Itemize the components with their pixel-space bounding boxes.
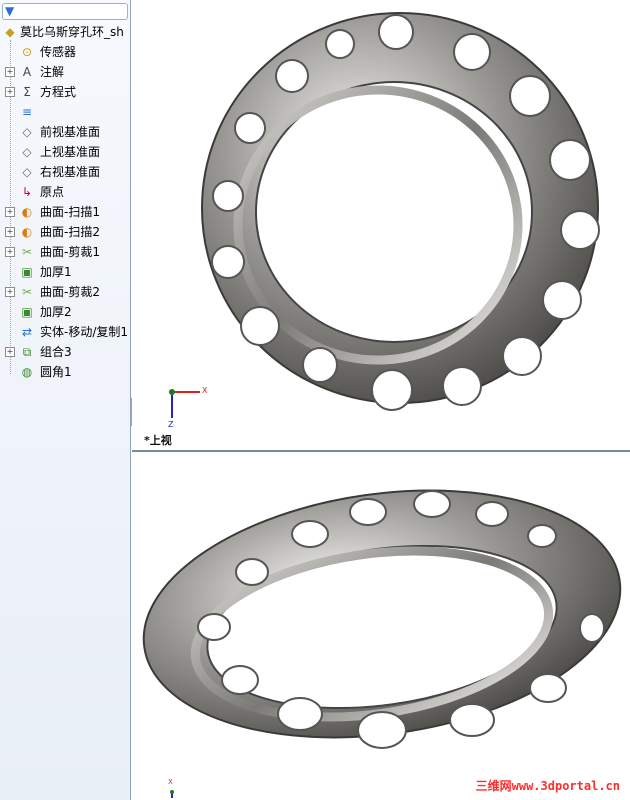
expand-toggle-icon[interactable]: + (5, 67, 15, 77)
tree-item[interactable]: ◇ 右视基准面 (0, 162, 131, 182)
watermark-text: 三维网www.3dportal.cn (475, 779, 620, 793)
tree-item[interactable]: + ⧉ 组合3 (0, 342, 131, 362)
expand-toggle-icon[interactable]: + (5, 347, 15, 357)
view-name-label: *上视 (144, 434, 172, 447)
move-copy-icon: ⇄ (21, 325, 33, 339)
tree-item-label: 曲面-扫描1 (40, 205, 100, 219)
sweep-surface-icon: ◐ (21, 205, 33, 219)
tree-item[interactable]: + ✂ 曲面-剪裁2 (0, 282, 131, 302)
triad-x-label-bottom: X (168, 778, 173, 786)
tree-item-label: 原点 (40, 185, 65, 199)
tree-item-label: 曲面-剪裁1 (40, 245, 100, 259)
tree-item-label: 曲面-扫描2 (40, 225, 100, 239)
expand-toggle-icon[interactable]: + (5, 207, 15, 217)
tree-item[interactable]: ⇄ 实体-移动/复制1 (0, 322, 131, 342)
mobius-ring-iso-view (142, 489, 622, 749)
tree-item[interactable]: ▣ 加厚1 (0, 262, 131, 282)
filter-icon[interactable]: ▼ (5, 4, 14, 18)
sweep-surface-icon: ◐ (21, 225, 33, 239)
material-icon: ≡ (21, 105, 33, 119)
model-render-top (169, 12, 600, 418)
tree-item-label: 加厚1 (40, 265, 72, 279)
tree-item[interactable]: ◇ 前视基准面 (0, 122, 131, 142)
sensor-icon: ⊙ (21, 45, 33, 59)
tree-item[interactable]: ≡ (0, 102, 131, 122)
triad-z-label: Z (168, 420, 174, 429)
tree-item-label: 组合3 (40, 345, 72, 359)
trim-surface-icon: ✂ (21, 285, 33, 299)
tree-item-label: 方程式 (40, 85, 77, 99)
triad-x-label: X (202, 386, 208, 395)
expand-toggle-icon[interactable]: + (5, 227, 15, 237)
tree-item-label: 传感器 (40, 45, 77, 59)
tree-item-label: 圆角1 (40, 365, 72, 379)
expand-toggle-icon[interactable]: + (5, 287, 15, 297)
tree-filter-bar[interactable]: ▼ (2, 3, 128, 20)
tree-root-label: 莫比乌斯穿孔环_sh (20, 25, 124, 39)
viewport-bottom[interactable]: X 三维网www.3dportal.cn (132, 452, 630, 800)
mobius-ring-top-view (201, 12, 600, 411)
tree-item-label: 前视基准面 (40, 125, 101, 139)
triad-bottom (170, 790, 174, 798)
model-render-bottom (142, 489, 622, 798)
tree-item[interactable]: ⊙ 传感器 (0, 42, 131, 62)
tree-item-label: 注解 (40, 65, 65, 79)
fillet-icon: ◍ (21, 365, 33, 379)
part-icon: ◆ (5, 25, 15, 39)
viewport-top[interactable]: X Z *上视 (132, 0, 630, 452)
tree-root-part[interactable]: ◆ 莫比乌斯穿孔环_sh (0, 22, 131, 42)
tree-item[interactable]: + A 注解 (0, 62, 131, 82)
equation-icon: Σ (23, 85, 31, 99)
triad-top (169, 389, 200, 418)
tree-item[interactable]: + Σ 方程式 (0, 82, 131, 102)
expand-toggle-icon[interactable]: + (5, 247, 15, 257)
tree-item-label: 上视基准面 (40, 145, 101, 159)
thicken-icon: ▣ (21, 305, 33, 319)
annotation-icon: A (22, 65, 32, 79)
feature-tree-panel: ▼ ◆ 莫比乌斯穿孔环_sh ⊙ 传感器 + A 注解 + Σ 方程式 ≡ ◇ 前视基准面 ◇ 上视基准… (0, 0, 131, 800)
plane-icon: ◇ (22, 125, 32, 139)
tree-item-label: 曲面-剪裁2 (40, 285, 100, 299)
expand-toggle-icon[interactable]: + (5, 87, 15, 97)
tree-item[interactable]: + ◐ 曲面-扫描2 (0, 222, 131, 242)
tree-item-label: 右视基准面 (40, 165, 101, 179)
tree-item-label: 加厚2 (40, 305, 72, 319)
tree-item[interactable]: ◍ 圆角1 (0, 362, 131, 382)
plane-icon: ◇ (22, 145, 32, 159)
tree-item[interactable]: ▣ 加厚2 (0, 302, 131, 322)
tree-item[interactable]: ↳ 原点 (0, 182, 131, 202)
thicken-icon: ▣ (21, 265, 33, 279)
origin-icon: ↳ (21, 185, 33, 199)
plane-icon: ◇ (22, 165, 32, 179)
tree-item[interactable]: + ✂ 曲面-剪裁1 (0, 242, 131, 262)
tree-item[interactable]: ◇ 上视基准面 (0, 142, 131, 162)
trim-surface-icon: ✂ (21, 245, 33, 259)
combine-icon: ⧉ (22, 345, 32, 359)
tree-item[interactable]: + ◐ 曲面-扫描1 (0, 202, 131, 222)
tree-item-label: 实体-移动/复制1 (40, 325, 129, 339)
